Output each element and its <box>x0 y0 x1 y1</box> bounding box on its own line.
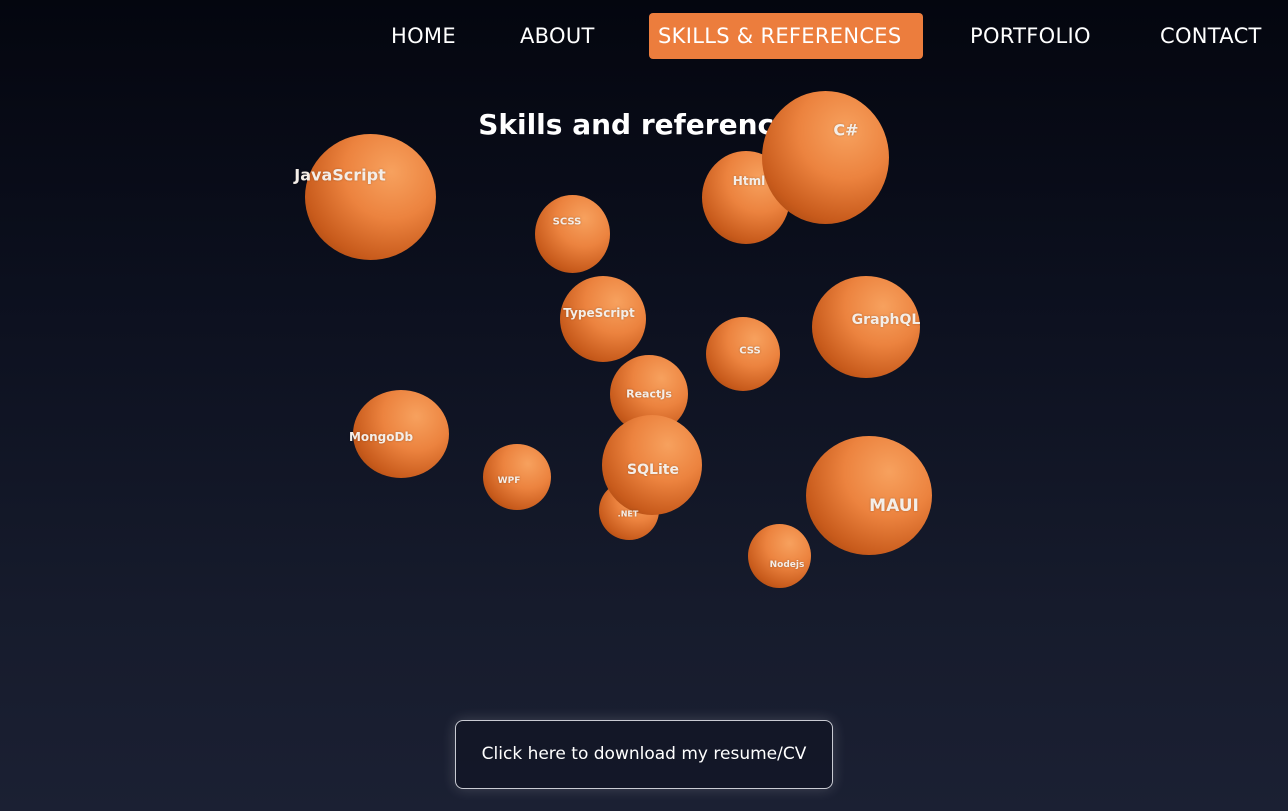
skill-label-typescript: TypeScript <box>563 306 635 320</box>
skill-label-maui: MAUI <box>869 496 919 516</box>
skill-label-javascript: JavaScript <box>294 165 386 185</box>
page-title: Skills and references <box>478 108 810 141</box>
skill-label-reactjs: ReactJs <box>626 387 672 401</box>
nav-portfolio-link[interactable]: PORTFOLIO <box>970 13 1091 59</box>
download-cv-button[interactable]: Click here to download my resume/CV <box>455 720 833 789</box>
skill-ball-csharp[interactable] <box>762 91 889 224</box>
skill-label-html: Html <box>732 174 766 188</box>
nav-skills-link[interactable]: SKILLS & REFERENCES <box>649 13 923 59</box>
skill-label-scss: SCSS <box>552 216 582 228</box>
skill-label-sqlite: SQLite <box>627 462 679 478</box>
nav-home-link[interactable]: HOME <box>391 13 456 59</box>
main-nav: HOME ABOUT SKILLS & REFERENCES PORTFOLIO… <box>0 13 1288 59</box>
skill-ball-scss[interactable] <box>535 195 610 273</box>
skill-label-nodejs: Nodejs <box>769 560 805 570</box>
skill-ball-javascript[interactable] <box>305 134 436 260</box>
nav-about-link[interactable]: ABOUT <box>520 13 595 59</box>
skill-label-csharp: C# <box>833 120 859 140</box>
skill-label-mongodb: MongoDb <box>348 430 414 444</box>
skill-label-graphql: GraphQL <box>851 312 921 328</box>
skill-ball-nodejs[interactable] <box>748 524 811 588</box>
nav-contact-link[interactable]: CONTACT <box>1160 13 1262 59</box>
skill-label-css: CSS <box>739 345 761 357</box>
skill-label-wpf: WPF <box>497 476 521 486</box>
skill-label-dotnet: .NET <box>617 509 639 519</box>
